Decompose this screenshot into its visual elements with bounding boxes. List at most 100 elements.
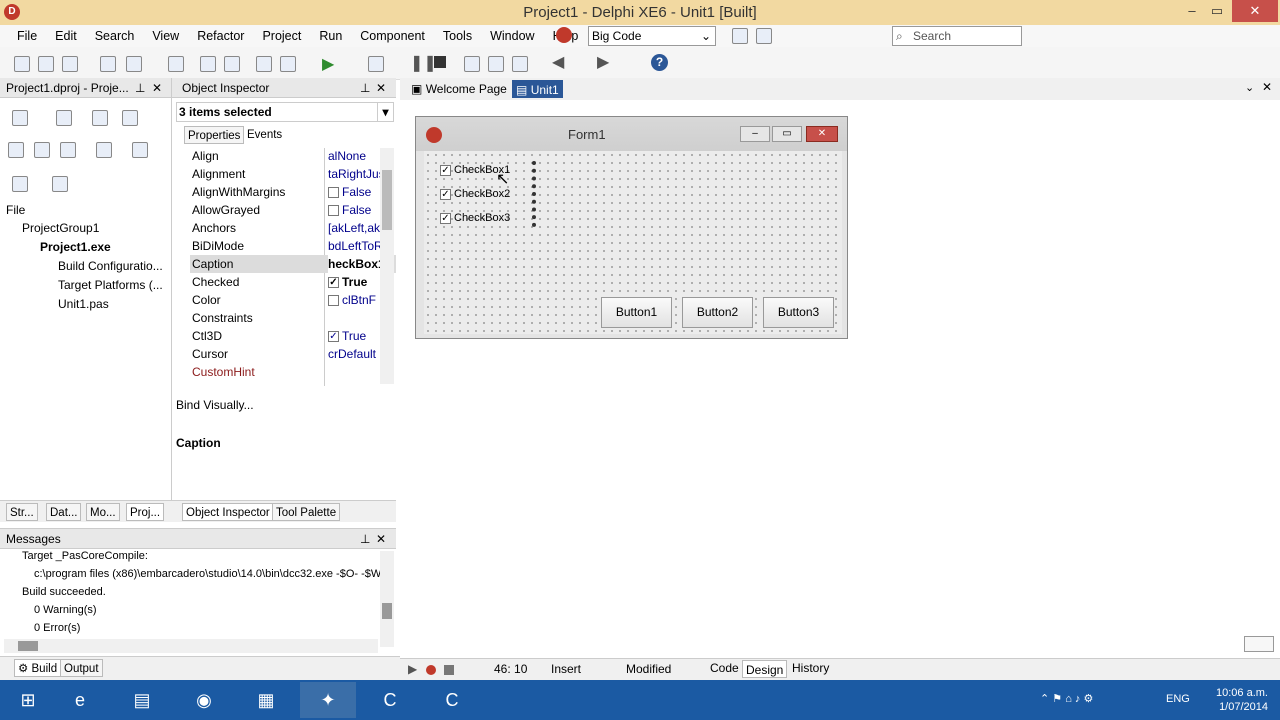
prop-cursor[interactable]: Cursor crDefault [190, 345, 396, 363]
excel-icon[interactable]: ▦ [238, 682, 294, 718]
open-icon[interactable] [62, 56, 78, 72]
run-icon[interactable]: ▶ [322, 54, 334, 74]
menu-window[interactable]: Window [481, 29, 543, 43]
menu-project[interactable]: Project [253, 29, 310, 43]
tab-unit1[interactable]: ▤ Unit1 [512, 80, 563, 98]
new-file-icon[interactable] [14, 56, 30, 72]
tab-design[interactable]: Design [742, 660, 788, 678]
tree-build-config[interactable]: Build Configuratio... [58, 259, 163, 273]
tray-icons[interactable]: ⌃ ⚑ ⌂ ♪ ⚙ [1040, 692, 1093, 705]
checkbox2[interactable]: ✓ CheckBox2 [440, 188, 510, 200]
menu-view[interactable]: View [143, 29, 188, 43]
menu-tools[interactable]: Tools [434, 29, 481, 43]
pause-icon[interactable]: ❚❚ [410, 53, 437, 73]
pin-icon[interactable]: ⊥ [360, 529, 370, 549]
prop-caption[interactable]: Caption heckBox1 [190, 255, 396, 273]
prop-ctl3d[interactable]: Ctl3D ✓ True [190, 327, 396, 345]
chrome-icon[interactable]: ◉ [176, 682, 232, 718]
play-macro-icon[interactable]: ▶ [408, 662, 417, 676]
checkbox-icon[interactable] [328, 187, 339, 199]
property-scrollbar[interactable] [380, 148, 394, 384]
build-mode-icon[interactable] [12, 176, 28, 192]
save-all-icon[interactable] [200, 56, 216, 72]
checkbox-icon[interactable] [328, 205, 339, 217]
language-indicator[interactable]: ENG [1166, 693, 1190, 705]
list-icon[interactable] [96, 142, 112, 158]
close-file-icon[interactable] [224, 56, 240, 72]
clock[interactable]: 10:06 a.m. 1/07/2014 [1216, 686, 1268, 714]
set-debug-desktop-icon[interactable] [756, 28, 772, 44]
run-to-cursor-icon[interactable] [512, 56, 528, 72]
checkbox3[interactable]: ✓ CheckBox3 [440, 212, 510, 224]
file-explorer-icon[interactable]: ▤ [114, 682, 170, 718]
pin-icon[interactable]: ⊥ [135, 78, 145, 98]
menu-file[interactable]: File [8, 29, 46, 43]
forward-arrow-icon[interactable]: ▶ [597, 52, 609, 72]
camtasia-recorder-icon[interactable]: C [424, 682, 480, 718]
run-without-debug-icon[interactable] [368, 56, 384, 72]
checkbox-checked-icon[interactable]: ✓ [328, 331, 339, 343]
tab-code[interactable]: Code [710, 661, 739, 675]
open-project-icon[interactable] [100, 56, 116, 72]
tab-history[interactable]: History [792, 661, 829, 675]
stop-icon[interactable] [434, 56, 446, 68]
trace-into-icon[interactable] [464, 56, 480, 72]
close-tab-icon[interactable]: ✕ [1262, 80, 1272, 94]
tab-build[interactable]: ⚙ Build [14, 659, 62, 677]
prop-alignwithmargins[interactable]: AlignWithMargins False [190, 183, 396, 201]
back-arrow-icon[interactable]: ◀ [552, 52, 564, 72]
selection-combo[interactable]: 3 items selected ▾ [176, 102, 394, 122]
new-items-icon[interactable] [38, 56, 54, 72]
stop-macro-icon[interactable] [444, 665, 454, 675]
internet-explorer-icon[interactable]: e [52, 682, 108, 718]
messages-hscrollbar[interactable] [4, 639, 378, 653]
tab-object-inspector[interactable]: Object Inspector [182, 503, 274, 521]
tab-model-view[interactable]: Mo... [86, 503, 120, 521]
menu-refactor[interactable]: Refactor [188, 29, 253, 43]
close-panel-icon[interactable]: ✕ [152, 78, 162, 98]
messages-scrollbar[interactable] [380, 551, 394, 647]
prop-checked[interactable]: Checked ✓ True [190, 273, 396, 291]
sync-icon[interactable] [92, 110, 108, 126]
tab-project-manager[interactable]: Proj... [126, 503, 165, 521]
prop-color[interactable]: Color clBtnF [190, 291, 396, 309]
tab-tool-palette[interactable]: Tool Palette [272, 503, 341, 521]
selection-handles[interactable] [532, 161, 536, 227]
prop-anchors[interactable]: Anchors [akLeft,ak [190, 219, 396, 237]
add-file-icon[interactable] [256, 56, 272, 72]
search-input[interactable]: ⌕ Search [892, 26, 1022, 46]
menu-run[interactable]: Run [310, 29, 351, 43]
expand-icon[interactable] [34, 142, 50, 158]
scrollbar-thumb[interactable] [18, 641, 38, 651]
bind-visually-link[interactable]: Bind Visually... [176, 398, 254, 412]
reopen-icon[interactable] [126, 56, 142, 72]
prop-constraints[interactable]: Constraints [190, 309, 396, 327]
button3[interactable]: Button3 [763, 297, 834, 328]
tree-unit1-pas[interactable]: Unit1.pas [58, 297, 109, 311]
save-icon[interactable] [168, 56, 184, 72]
checkbox-checked-icon[interactable]: ✓ [328, 277, 339, 289]
view-icon[interactable] [122, 110, 138, 126]
tree-target-platforms[interactable]: Target Platforms (... [58, 278, 163, 292]
build-target-icon[interactable] [52, 176, 68, 192]
maximize-button[interactable]: ▭ [1205, 0, 1229, 22]
tab-properties[interactable]: Properties [184, 126, 245, 144]
save-desktop-icon[interactable] [732, 28, 748, 44]
prop-bidimode[interactable]: BiDiMode bdLeftToR [190, 237, 396, 255]
menu-search[interactable]: Search [86, 29, 144, 43]
refresh-icon[interactable] [8, 142, 24, 158]
tree-project-exe[interactable]: Project1.exe [40, 240, 111, 254]
prop-customhint[interactable]: CustomHint [190, 363, 396, 381]
close-panel-icon[interactable]: ✕ [376, 78, 386, 98]
prop-alignment[interactable]: Alignment taRightJus [190, 165, 396, 183]
windows-start-icon[interactable]: ⊞ [0, 682, 56, 718]
tab-welcome-page[interactable]: ▣ Welcome Page [408, 80, 510, 98]
step-over-icon[interactable] [488, 56, 504, 72]
prop-allowgrayed[interactable]: AllowGrayed False [190, 201, 396, 219]
close-button[interactable]: ✕ [1232, 0, 1278, 22]
activate-icon[interactable] [12, 110, 28, 126]
close-panel-icon[interactable]: ✕ [376, 529, 386, 549]
button2[interactable]: Button2 [682, 297, 753, 328]
tab-structure[interactable]: Str... [6, 503, 38, 521]
options-icon[interactable] [132, 142, 148, 158]
